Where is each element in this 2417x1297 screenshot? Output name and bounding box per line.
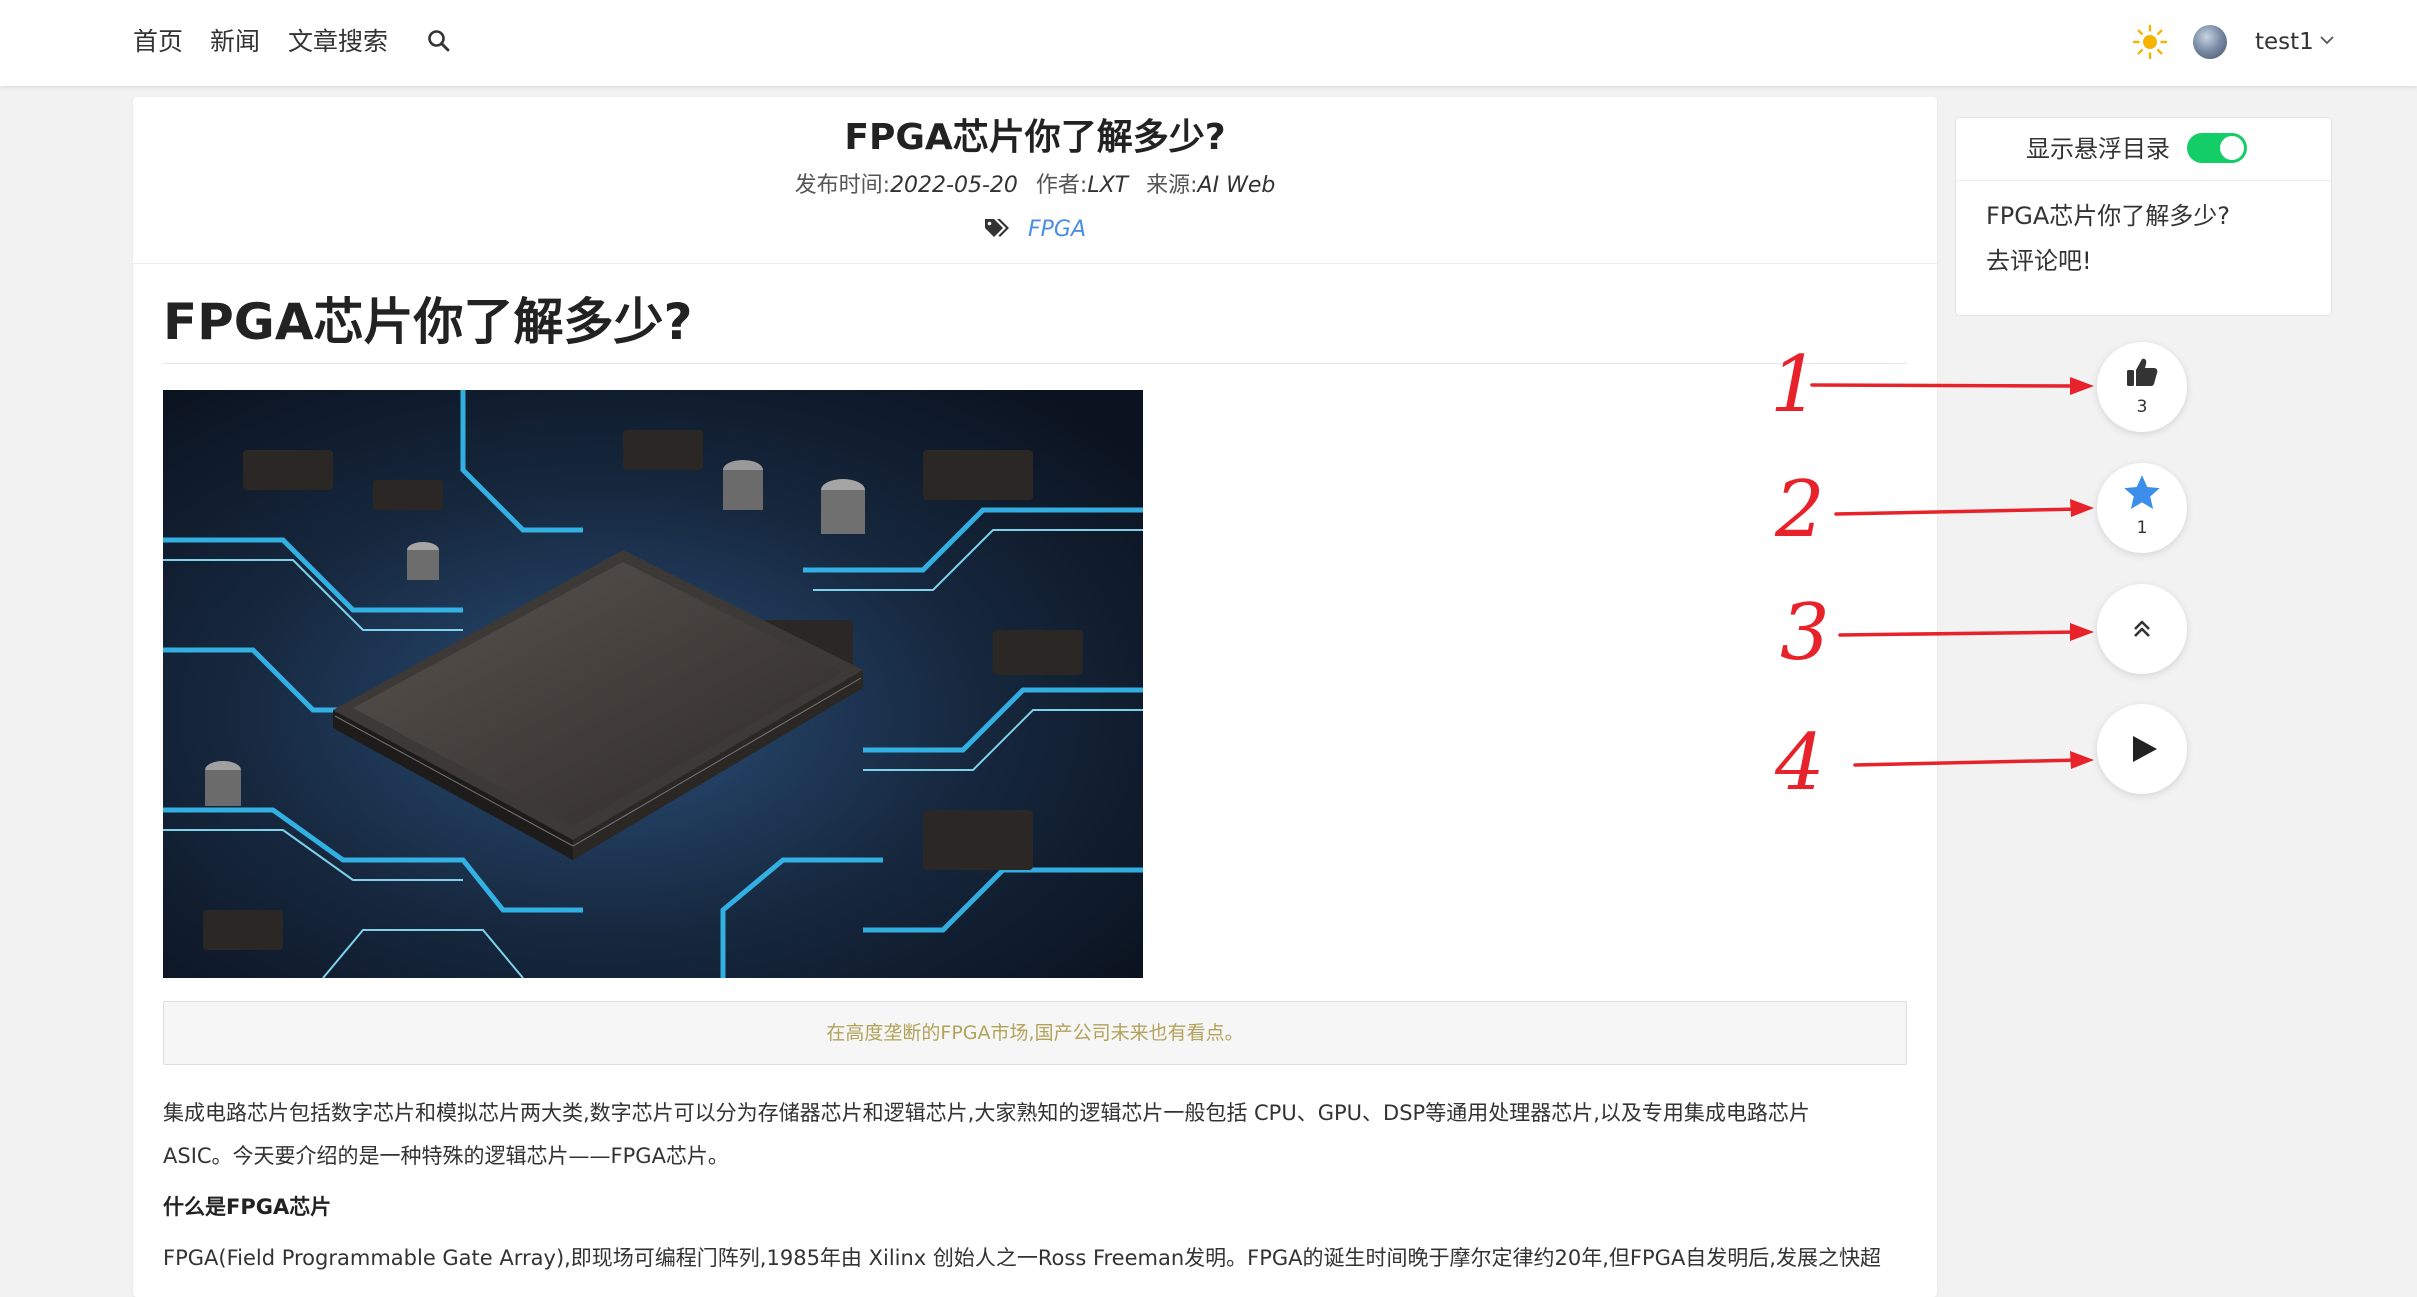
toc-item-title[interactable]: FPGA芯片你了解多少? <box>1986 196 2230 236</box>
nav-home-link[interactable]: 首页 <box>133 22 183 62</box>
nav-article-search-link[interactable]: 文章搜索 <box>288 22 388 62</box>
source-label: 来源: <box>1146 173 1198 198</box>
content-heading: FPGA芯片你了解多少? <box>163 293 693 351</box>
annotation-label-2: 2 <box>1775 465 1825 555</box>
source-name: AI Web <box>1197 173 1276 198</box>
toc-header: 显示悬浮目录 <box>1956 118 2331 181</box>
double-chevron-up-icon <box>2134 620 2150 637</box>
publish-date: 2022-05-20 <box>890 173 1018 198</box>
play-button[interactable] <box>2097 704 2187 794</box>
paragraph-2: FPGA(Field Programmable Gate Array),即现场可… <box>163 1246 1881 1270</box>
toggle-knob <box>2220 136 2244 160</box>
article-title: FPGA芯片你了解多少? <box>844 117 1226 158</box>
annotation-label-3: 3 <box>1780 588 1830 678</box>
nav-news-link[interactable]: 新闻 <box>210 22 260 62</box>
annotation-label-4: 4 <box>1775 718 1825 808</box>
tag-fpga-link[interactable]: FPGA <box>1028 217 1086 242</box>
chevron-down-icon[interactable] <box>2318 31 2336 49</box>
user-name[interactable]: test1 <box>2255 22 2314 62</box>
toc-toggle-label: 显示悬浮目录 <box>2026 135 2170 163</box>
toc-card: 显示悬浮目录 FPGA芯片你了解多少? 去评论吧! <box>1955 117 2332 316</box>
favorite-count: 1 <box>2136 518 2148 538</box>
article-header: FPGA芯片你了解多少? 发布时间:2022-05-20 作者:LXT 来源:AI … <box>133 97 1937 264</box>
paragraph-1-line-1: 集成电路芯片包括数字芯片和模拟芯片两大类,数字芯片可以分为存储器芯片和逻辑芯片,… <box>163 1101 1810 1125</box>
sun-icon[interactable] <box>2132 24 2168 60</box>
favorite-button[interactable]: 1 <box>2097 463 2187 553</box>
author-label: 作者: <box>1035 173 1088 198</box>
like-count: 3 <box>2136 397 2148 417</box>
top-navbar: 首页 新闻 文章搜索 test1 <box>0 0 2417 86</box>
like-button[interactable]: 3 <box>2097 342 2187 432</box>
image-caption-box: 在高度垄断的FPGA市场,国产公司未来也有看点。 <box>163 1001 1907 1065</box>
user-avatar[interactable] <box>2193 25 2227 59</box>
tags-icon <box>984 219 1009 237</box>
back-to-top-button[interactable] <box>2097 584 2187 674</box>
publish-label: 发布时间: <box>794 173 891 198</box>
heading-divider <box>163 363 1907 364</box>
toc-toggle-switch[interactable] <box>2187 133 2247 163</box>
tag-row: FPGA <box>133 213 1937 247</box>
image-caption: 在高度垄断的FPGA市场,国产公司未来也有看点。 <box>826 1022 1244 1044</box>
play-icon <box>2133 736 2157 762</box>
author-name: LXT <box>1087 173 1129 198</box>
star-icon <box>2124 475 2160 509</box>
toc-item-comment[interactable]: 去评论吧! <box>1986 241 2092 281</box>
annotation-label-1: 1 <box>1770 340 1820 430</box>
article-image <box>163 390 1143 978</box>
search-icon[interactable] <box>426 28 452 54</box>
article-meta: 发布时间:2022-05-20 作者:LXT 来源:AI Web <box>133 169 1937 203</box>
subheading-what-is-fpga: 什么是FPGA芯片 <box>163 1195 332 1219</box>
article-card: FPGA芯片你了解多少? 发布时间:2022-05-20 作者:LXT 来源:AI … <box>133 97 1937 1297</box>
paragraph-1-line-2: ASIC。今天要介绍的是一种特殊的逻辑芯片——FPGA芯片。 <box>163 1144 729 1168</box>
thumbs-up-icon <box>2127 358 2158 386</box>
